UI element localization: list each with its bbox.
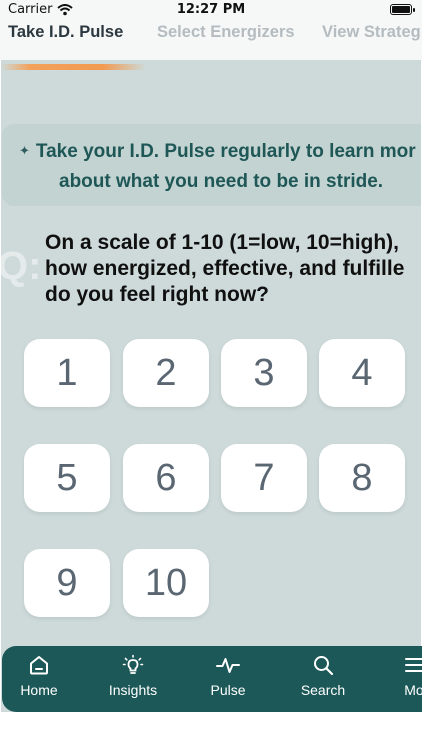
rating-button-10[interactable]: 10: [123, 549, 209, 617]
nav-item-pulse[interactable]: Pulse: [188, 654, 268, 698]
main-content: ✦ Take your I.D. Pulse regularly to learn…: [1, 60, 421, 720]
lightbulb-icon: [122, 654, 144, 674]
question-line-3: do you feel right now?: [45, 283, 269, 306]
nav-item-more[interactable]: Mo: [374, 654, 422, 698]
tab-take-pulse[interactable]: Take I.D. Pulse: [8, 23, 123, 42]
nav-item-home[interactable]: Home: [0, 654, 79, 698]
tip-text-1: Take your I.D. Pulse regularly to learn …: [35, 141, 416, 162]
home-indicator-area: [0, 712, 422, 750]
nav-label-pulse: Pulse: [210, 682, 246, 698]
bottom-nav-bar: Home Insights Pulse Search Mo: [2, 646, 422, 712]
nav-item-search[interactable]: Search: [283, 654, 363, 698]
tip-line-1: ✦ Take your I.D. Pulse regularly to learn…: [19, 141, 416, 163]
tab-select-energizers[interactable]: Select Energizers: [157, 23, 295, 42]
rating-button-5[interactable]: 5: [24, 444, 110, 512]
rating-button-1[interactable]: 1: [24, 339, 110, 407]
status-time: 12:27 PM: [176, 2, 246, 17]
status-bar: Carrier 12:27 PM: [0, 0, 422, 20]
rating-button-2[interactable]: 2: [123, 339, 209, 407]
rating-button-8[interactable]: 8: [319, 444, 405, 512]
rating-button-4[interactable]: 4: [319, 339, 405, 407]
sparkle-icon: ✦: [19, 143, 30, 158]
rating-button-9[interactable]: 9: [24, 549, 110, 617]
question-line-1: On a scale of 1-10 (1=low, 10=high),: [45, 231, 400, 254]
menu-icon: [405, 658, 422, 672]
rating-button-7[interactable]: 7: [221, 444, 307, 512]
nav-label-home: Home: [20, 682, 58, 698]
tab-view-strategies[interactable]: View Strateg: [322, 23, 421, 42]
top-tab-bar: Take I.D. Pulse Select Energizers View S…: [0, 20, 422, 60]
question-line-2: how energized, effective, and fulfille: [45, 257, 405, 280]
battery-icon: [390, 4, 415, 15]
home-icon: [30, 656, 48, 675]
active-tab-indicator: [1, 64, 146, 70]
question-text: On a scale of 1-10 (1=low, 10=high), how…: [45, 230, 404, 308]
question-prefix: Q:: [1, 244, 42, 288]
tip-line-2: about what you need to be in stride.: [59, 171, 384, 192]
tip-banner: ✦ Take your I.D. Pulse regularly to learn…: [2, 124, 421, 206]
nav-label-search: Search: [300, 682, 346, 698]
nav-label-more: Mo: [404, 682, 422, 698]
rating-button-6[interactable]: 6: [123, 444, 209, 512]
nav-item-insights[interactable]: Insights: [93, 654, 173, 698]
search-icon: [314, 656, 334, 676]
nav-label-insights: Insights: [108, 682, 158, 698]
pulse-icon: [216, 658, 240, 673]
rating-button-3[interactable]: 3: [221, 339, 307, 407]
